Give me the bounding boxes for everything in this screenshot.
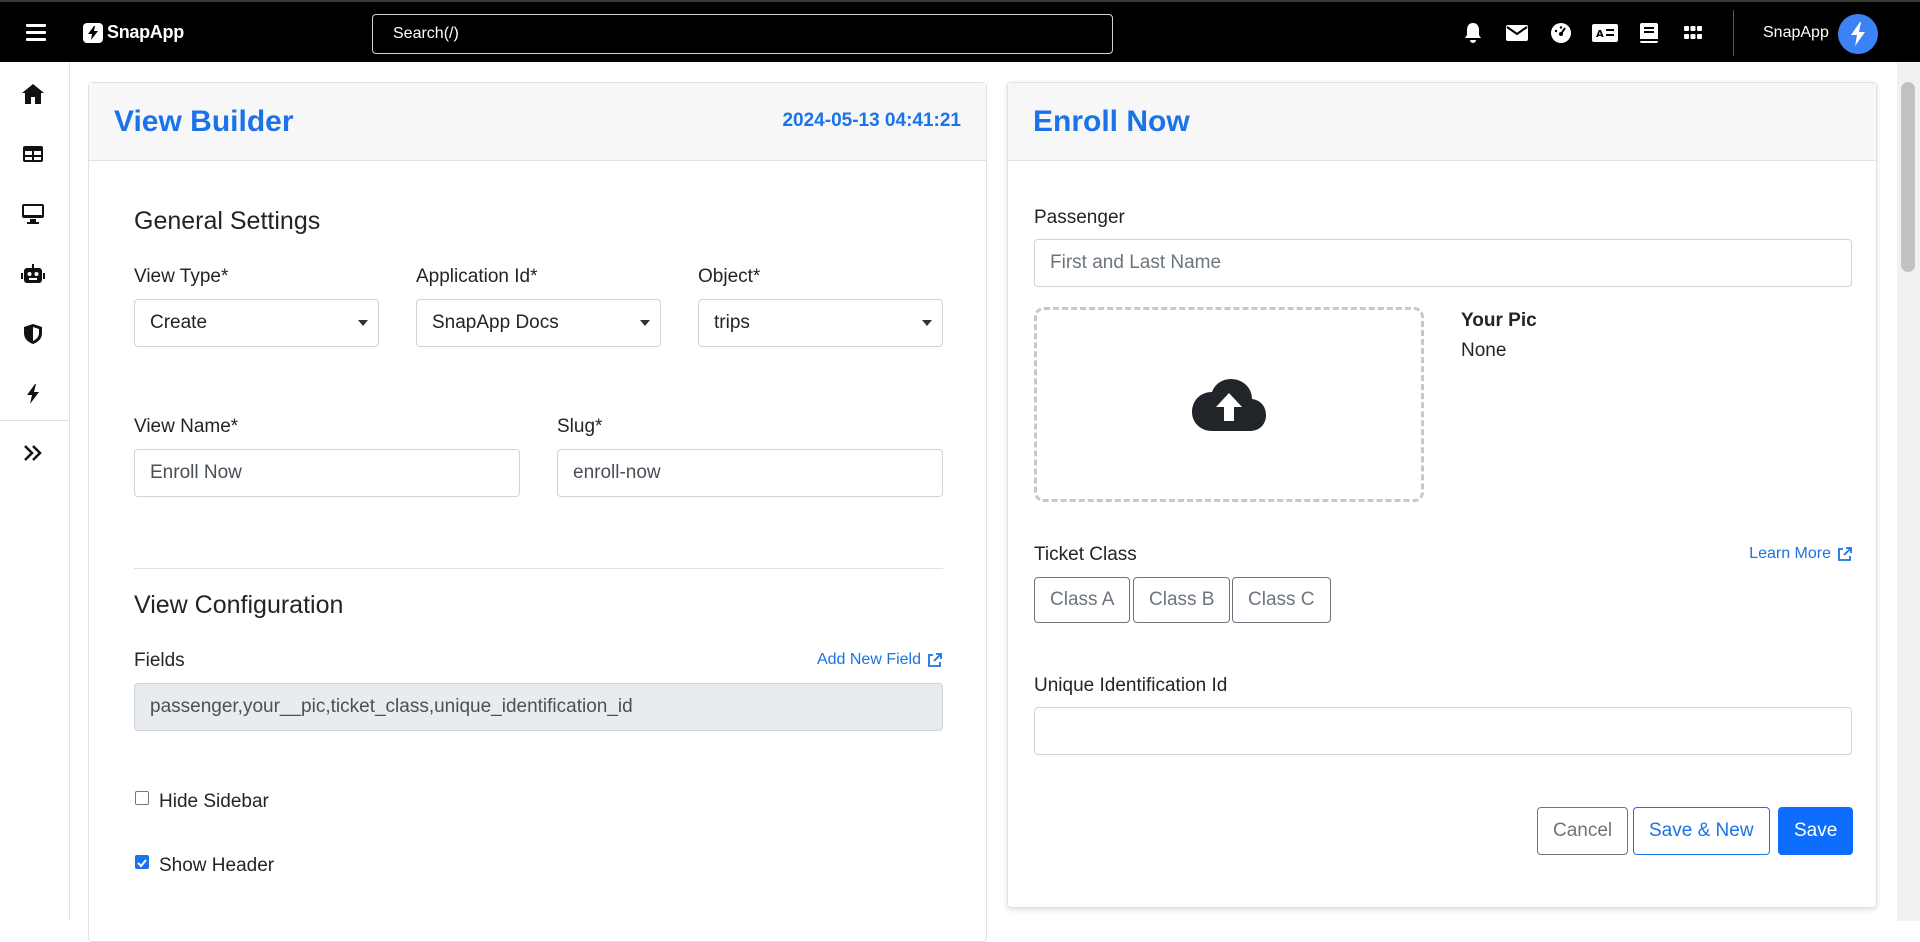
sidebar-item-views[interactable] <box>20 201 46 227</box>
sidebar-item-home[interactable] <box>20 81 46 107</box>
fields-label: Fields <box>134 650 185 671</box>
avatar[interactable] <box>1838 14 1878 54</box>
hide-sidebar-checkbox[interactable] <box>135 791 149 805</box>
passenger-input[interactable]: First and Last Name <box>1034 239 1852 287</box>
unique-id-input[interactable] <box>1034 707 1852 755</box>
sidebar-item-security[interactable] <box>20 321 46 347</box>
general-settings-title: General Settings <box>134 207 321 235</box>
learn-more-link[interactable]: Learn More <box>1749 545 1852 563</box>
home-icon <box>22 84 44 104</box>
sidebar-divider <box>0 420 69 421</box>
sidebar-item-actions[interactable] <box>20 381 46 407</box>
class-b-button[interactable]: Class B <box>1133 577 1231 623</box>
menu-toggle-icon[interactable] <box>26 24 46 41</box>
slug-label: Slug* <box>557 416 603 437</box>
class-a-button[interactable]: Class A <box>1034 577 1131 623</box>
show-header-label: Show Header <box>159 855 275 876</box>
sidebar <box>0 62 70 921</box>
shield-icon <box>24 324 42 344</box>
form-preview-card: Enroll Now Passenger First and Last Name… <box>1007 82 1877 908</box>
save-and-new-button[interactable]: Save & New <box>1633 807 1770 855</box>
view-name-input[interactable]: Enroll Now <box>134 449 520 497</box>
grid-apps-icon[interactable] <box>1680 20 1706 46</box>
navbar-divider <box>1733 10 1734 56</box>
brand-logo[interactable]: SnapApp <box>83 22 184 43</box>
sidebar-expand-button[interactable] <box>20 440 46 466</box>
table-icon <box>23 146 43 162</box>
application-id-select[interactable]: SnapApp Docs <box>416 299 661 347</box>
view-type-value: Create <box>150 312 208 333</box>
checkmark-icon <box>137 859 147 868</box>
view-type-select[interactable]: Create <box>134 299 379 347</box>
external-link-icon <box>928 652 942 667</box>
user-name[interactable]: SnapApp <box>1763 24 1829 42</box>
form-preview-header: Enroll Now <box>1008 83 1876 161</box>
caret-down-icon <box>358 320 368 326</box>
cancel-button[interactable]: Cancel <box>1537 807 1629 855</box>
add-new-field-link[interactable]: Add New Field <box>817 651 942 669</box>
application-id-value: SnapApp Docs <box>432 312 559 333</box>
application-id-label: Application Id* <box>416 266 538 287</box>
view-builder-header: View Builder 2024-05-13 04:41:21 <box>89 83 986 161</box>
object-value: trips <box>714 312 750 333</box>
bolt-icon <box>27 384 39 404</box>
bolt-logo-icon <box>83 22 103 43</box>
show-header-checkbox[interactable] <box>135 855 149 869</box>
view-type-label: View Type* <box>134 266 229 287</box>
bell-icon[interactable] <box>1460 20 1486 46</box>
view-builder-card: View Builder 2024-05-13 04:41:21 General… <box>88 82 987 942</box>
search-input[interactable]: Search(/) <box>372 14 1113 54</box>
brand-name: SnapApp <box>107 22 184 42</box>
page-title: View Builder <box>114 105 294 138</box>
your-pic-value: None <box>1461 340 1507 361</box>
mail-icon[interactable] <box>1504 20 1530 46</box>
passenger-label: Passenger <box>1034 207 1125 228</box>
id-card-icon[interactable]: A <box>1592 20 1618 46</box>
view-configuration-title: View Configuration <box>134 591 344 619</box>
add-new-field-label: Add New Field <box>816 651 921 668</box>
unique-id-label: Unique Identification Id <box>1034 675 1228 696</box>
view-name-label: View Name* <box>134 416 239 437</box>
external-link-icon <box>1838 546 1852 561</box>
cloud-upload-icon <box>1192 378 1266 431</box>
bolt-icon <box>1851 22 1865 46</box>
double-chevron-right-icon <box>24 445 42 461</box>
object-select[interactable]: trips <box>698 299 943 347</box>
monitor-icon <box>22 204 44 224</box>
fields-input[interactable]: passenger,your__pic,ticket_class,unique_… <box>134 683 943 731</box>
dashboard-gauge-icon[interactable] <box>1548 20 1574 46</box>
top-navbar: SnapApp Search(/) A SnapApp <box>0 0 1920 62</box>
page-scrollbar[interactable] <box>1897 62 1920 921</box>
scrollbar-thumb[interactable] <box>1901 82 1915 272</box>
form-title: Enroll Now <box>1033 105 1190 138</box>
your-pic-label: Your Pic <box>1461 310 1537 331</box>
timestamp: 2024-05-13 04:41:21 <box>782 110 961 131</box>
svg-text:A: A <box>1596 29 1604 40</box>
caret-down-icon <box>640 320 650 326</box>
learn-more-label: Learn More <box>1749 545 1831 562</box>
object-label: Object* <box>698 266 761 287</box>
sidebar-item-tables[interactable] <box>20 141 46 167</box>
slug-input[interactable]: enroll-now <box>557 449 943 497</box>
save-button[interactable]: Save <box>1778 807 1854 855</box>
book-icon[interactable] <box>1636 20 1662 46</box>
robot-icon <box>21 264 45 283</box>
ticket-class-label: Ticket Class <box>1034 544 1137 565</box>
file-upload-dropzone[interactable] <box>1034 307 1424 502</box>
caret-down-icon <box>922 320 932 326</box>
hide-sidebar-label: Hide Sidebar <box>159 791 269 812</box>
class-c-button[interactable]: Class C <box>1232 577 1331 623</box>
section-divider <box>134 568 943 569</box>
sidebar-item-automation[interactable] <box>20 261 46 287</box>
